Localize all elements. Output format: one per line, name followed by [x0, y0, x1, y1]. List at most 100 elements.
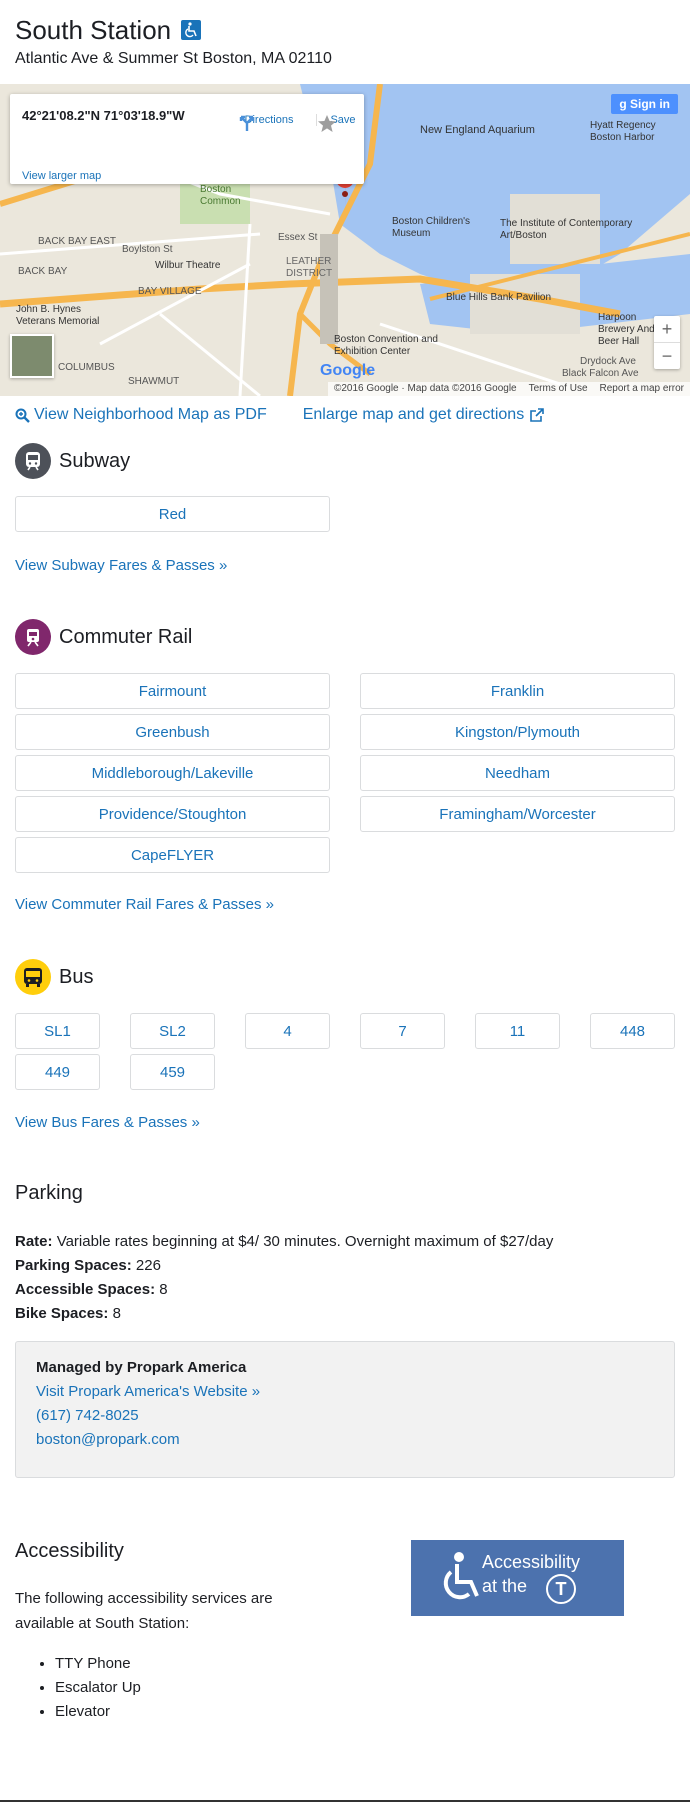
- manager-phone-link[interactable]: (617) 742-8025: [36, 1407, 139, 1424]
- bike-spaces-value: 8: [112, 1305, 121, 1322]
- route-button-sl2[interactable]: SL2: [130, 1013, 215, 1049]
- bus-title: Bus: [59, 965, 94, 988]
- google-plus-icon: g: [619, 97, 627, 111]
- subway-heading: Subway: [15, 443, 130, 479]
- parking-manager-box: Managed by Propark America Visit Propark…: [15, 1341, 675, 1478]
- rate-label: Rate:: [15, 1233, 53, 1250]
- station-name: South Station: [15, 15, 172, 45]
- route-button-11[interactable]: 11: [475, 1013, 560, 1049]
- commuter-rail-icon: [15, 619, 51, 655]
- map-label-leather: LEATHER DISTRICT: [286, 256, 333, 279]
- map-label-drydock: Drydock Ave: [580, 356, 636, 367]
- route-button-kingston-plymouth[interactable]: Kingston/Plymouth: [360, 714, 675, 750]
- subway-fares-link[interactable]: View Subway Fares & Passes »: [15, 557, 227, 574]
- spaces-label: Parking Spaces:: [15, 1257, 132, 1274]
- google-logo: Google: [320, 362, 376, 379]
- directions-button[interactable]: Directions: [238, 114, 300, 131]
- bike-spaces-label: Bike Spaces:: [15, 1305, 109, 1322]
- route-button-sl1[interactable]: SL1: [15, 1013, 100, 1049]
- station-header: South Station Atlantic Ave & Summer St B…: [15, 14, 332, 68]
- enlarge-map-link[interactable]: Enlarge map and get directions: [303, 406, 544, 424]
- accessibility-intro: The following accessibility services are…: [15, 1590, 273, 1632]
- accessibility-banner[interactable]: Accessibility at the T: [411, 1540, 624, 1616]
- accessible-spaces-label: Accessible Spaces:: [15, 1281, 156, 1298]
- accessibility-services-list: TTY Phone Escalator Up Elevator: [55, 1652, 141, 1724]
- zoom-icon: [15, 408, 30, 423]
- map-label-bay-village: BAY VILLAGE: [138, 286, 202, 297]
- route-button-4[interactable]: 4: [245, 1013, 330, 1049]
- route-button-459[interactable]: 459: [130, 1054, 215, 1090]
- bike-spaces-row: Bike Spaces: 8: [15, 1302, 553, 1326]
- directions-icon: [239, 115, 255, 131]
- map-links: View Neighborhood Map as PDF Enlarge map…: [15, 406, 544, 424]
- rate-value: Variable rates beginning at $4/ 30 minut…: [56, 1233, 554, 1250]
- zoom-out-button[interactable]: −: [654, 343, 680, 369]
- station-map[interactable]: New England Aquarium Hyatt Regency Bosto…: [0, 84, 690, 396]
- map-label-ica: The Institute of Contemporary Art/Boston: [500, 218, 633, 241]
- map-label-back-bay: BACK BAY: [18, 266, 68, 277]
- zoom-in-button[interactable]: +: [654, 316, 680, 343]
- commuter-rail-heading: Commuter Rail: [15, 619, 192, 655]
- map-label-back-bay-east: BACK BAY EAST: [38, 236, 116, 247]
- map-report-error-link[interactable]: Report a map error: [600, 382, 684, 396]
- station-address: Atlantic Ave & Summer St Boston, MA 0211…: [15, 50, 332, 67]
- parking-rate-row: Rate: Variable rates beginning at $4/ 30…: [15, 1230, 553, 1254]
- list-item: TTY Phone: [55, 1652, 141, 1676]
- manager-website-link[interactable]: Visit Propark America's Website »: [36, 1383, 260, 1400]
- map-terms-link[interactable]: Terms of Use: [529, 382, 588, 396]
- map-label-black-falcon: Black Falcon Ave: [562, 368, 639, 379]
- accessibility-banner-line2: at the: [482, 1576, 528, 1596]
- view-larger-map-link[interactable]: View larger map: [22, 170, 101, 182]
- map-label-boston-common: Boston Common: [200, 184, 241, 207]
- route-button-7[interactable]: 7: [360, 1013, 445, 1049]
- parking-spaces-row: Parking Spaces: 226: [15, 1254, 553, 1278]
- map-label-hyatt: Hyatt Regency Boston Harbor: [590, 120, 656, 143]
- page-title: South Station: [15, 14, 332, 46]
- map-label-aquarium: New England Aquarium: [420, 124, 535, 136]
- bus-heading: Bus: [15, 959, 93, 995]
- route-button-providence-stoughton[interactable]: Providence/Stoughton: [15, 796, 330, 832]
- map-label-shawmut: SHAWMUT: [128, 376, 180, 387]
- accessible-spaces-value: 8: [159, 1281, 168, 1298]
- enlarge-map-label: Enlarge map and get directions: [302, 406, 525, 423]
- satellite-toggle[interactable]: [10, 334, 54, 378]
- neighborhood-map-label: View Neighborhood Map as PDF: [34, 406, 267, 423]
- route-button-448[interactable]: 448: [590, 1013, 675, 1049]
- map-label-bcec: Boston Convention and Exhibition Center: [334, 334, 438, 357]
- route-button-capeflyer[interactable]: CapeFLYER: [15, 837, 330, 873]
- manager-email-link[interactable]: boston@propark.com: [36, 1431, 180, 1448]
- map-label-childrens-museum: Boston Children's Museum: [392, 216, 471, 239]
- map-label-essex: Essex St: [278, 232, 318, 243]
- map-label-columbus: COLUMBUS: [58, 362, 115, 373]
- zoom-controls: + −: [654, 316, 680, 369]
- parking-heading: Parking: [15, 1182, 83, 1204]
- route-button-middleborough-lakeville[interactable]: Middleborough/Lakeville: [15, 755, 330, 791]
- list-item: Escalator Up: [55, 1676, 141, 1700]
- map-label-hynes: John B. Hynes Veterans Memorial: [16, 304, 100, 327]
- neighborhood-map-link[interactable]: View Neighborhood Map as PDF: [15, 406, 267, 424]
- route-button-framingham-worcester[interactable]: Framingham/Worcester: [360, 796, 675, 832]
- route-button-greenbush[interactable]: Greenbush: [15, 714, 330, 750]
- route-button-449[interactable]: 449: [15, 1054, 100, 1090]
- route-button-needham[interactable]: Needham: [360, 755, 675, 791]
- google-sign-in-button[interactable]: g Sign in: [611, 94, 678, 114]
- accessibility-heading: Accessibility: [15, 1540, 124, 1562]
- route-button-red[interactable]: Red: [15, 496, 330, 532]
- map-coordinates: 42°21'08.2"N 71°03'18.9"W: [22, 108, 185, 123]
- route-button-franklin[interactable]: Franklin: [360, 673, 675, 709]
- spaces-value: 226: [135, 1257, 161, 1274]
- save-button[interactable]: Save: [316, 114, 363, 132]
- accessibility-banner-line1: Accessibility: [482, 1552, 581, 1572]
- wheelchair-banner-icon: [443, 1552, 479, 1600]
- route-button-fairmount[interactable]: Fairmount: [15, 673, 330, 709]
- manager-name: Managed by Propark America: [36, 1359, 247, 1376]
- commuter-rail-fares-link[interactable]: View Commuter Rail Fares & Passes »: [15, 896, 274, 913]
- mbta-t-logo: T: [546, 1574, 576, 1604]
- bus-icon: [15, 959, 51, 995]
- map-footer: ©2016 Google · Map data ©2016 Google Ter…: [327, 382, 690, 396]
- external-link-icon: [530, 408, 544, 422]
- map-label-boylston: Boylston St: [122, 244, 173, 255]
- bus-fares-link[interactable]: View Bus Fares & Passes »: [15, 1114, 200, 1131]
- star-icon: [318, 115, 336, 132]
- subway-icon: [15, 443, 51, 479]
